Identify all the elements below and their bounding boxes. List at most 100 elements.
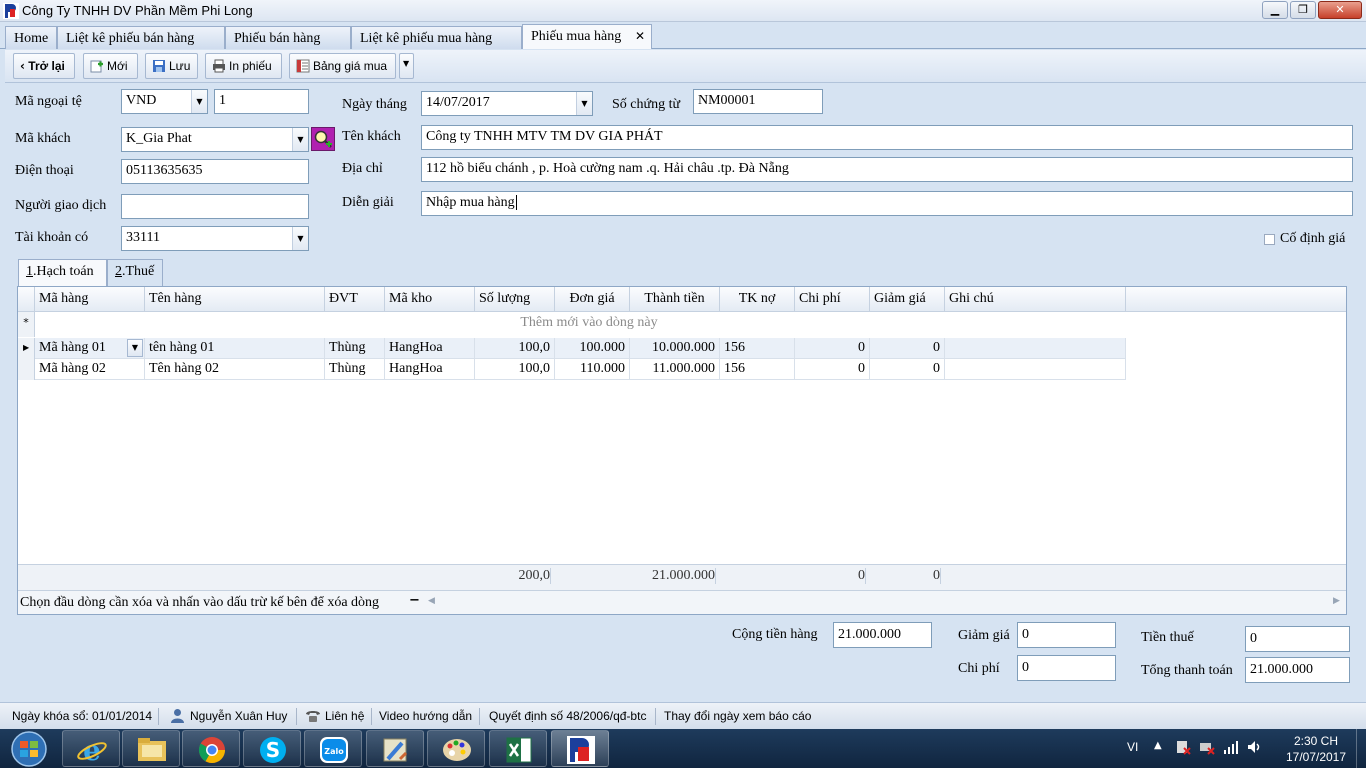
decision-link[interactable]: Quyết định số 48/2006/qđ-btc <box>489 709 646 723</box>
customer-name-input[interactable]: Công ty TNHH MTV TM DV GIA PHÁT <box>421 125 1353 150</box>
goods-total-field[interactable]: 21.000.000 <box>833 622 932 648</box>
exchange-rate-input[interactable]: 1 <box>214 89 309 114</box>
column-header[interactable]: Đơn giá <box>555 287 630 312</box>
windows-start-icon[interactable] <box>2 730 56 768</box>
grid-cell[interactable]: 110.000 <box>555 359 630 380</box>
tab-purchase-list[interactable]: Liệt kê phiếu mua hàng <box>351 26 522 49</box>
power-icon[interactable] <box>1199 739 1215 755</box>
cost-field[interactable]: 0 <box>1017 655 1116 681</box>
column-header[interactable]: ĐVT <box>325 287 385 312</box>
tab-accounting[interactable]: 1.Hạch toán <box>18 259 107 286</box>
show-desktop-button[interactable] <box>1356 729 1366 768</box>
tab-sales-list[interactable]: Liệt kê phiếu bán hàng <box>57 26 225 49</box>
scroll-right-icon[interactable]: ▶ <box>1333 596 1340 606</box>
toolbar-more-dropdown[interactable]: ▼ <box>399 53 414 79</box>
volume-icon[interactable] <box>1247 739 1263 755</box>
grid-cell[interactable]: HangHoa <box>385 359 475 380</box>
change-report-date-link[interactable]: Thay đổi ngày xem báo cáo <box>664 709 811 723</box>
grid-cell[interactable]: 100,0 <box>475 359 555 380</box>
tax-field[interactable]: 0 <box>1245 626 1350 652</box>
column-header[interactable]: Chi phí <box>795 287 870 312</box>
date-picker[interactable]: 14/07/2017 ▼ <box>421 91 593 116</box>
column-header[interactable]: Giảm giá <box>870 287 945 312</box>
save-button[interactable]: Lưu <box>145 53 198 79</box>
customer-search-icon[interactable] <box>311 127 335 151</box>
grid-cell[interactable] <box>945 359 1126 380</box>
input-language[interactable]: VI <box>1127 740 1138 754</box>
column-header[interactable]: TK nợ <box>720 287 795 312</box>
grid-cell[interactable]: 100.000 <box>555 338 630 359</box>
row-selector[interactable] <box>18 359 35 380</box>
taskbar-excel[interactable] <box>489 730 547 767</box>
close-window-button[interactable]: ✕ <box>1318 1 1362 19</box>
video-guide-link[interactable]: Video hướng dẫn <box>379 709 472 723</box>
new-button[interactable]: Mới <box>83 53 138 79</box>
column-header[interactable]: Mã hàng <box>35 287 145 312</box>
phone-input[interactable]: 05113635635 <box>121 159 309 184</box>
grid-cell[interactable]: Mã hàng 02 <box>35 359 145 380</box>
grid-cell[interactable] <box>945 338 1126 359</box>
taskbar-tool[interactable] <box>366 730 424 767</box>
currency-select[interactable]: VND ▼ <box>121 89 208 114</box>
back-button[interactable]: ‹ Trở lại <box>13 53 75 79</box>
chevron-down-icon[interactable]: ▼ <box>576 92 592 115</box>
grid-cell[interactable]: tên hàng 01 <box>145 338 325 359</box>
minimize-button[interactable]: ▁ <box>1262 1 1288 19</box>
grand-total-field[interactable]: 21.000.000 <box>1245 657 1350 683</box>
tab-purchase-voucher[interactable]: Phiếu mua hàng ✕ <box>522 24 652 49</box>
grid-cell[interactable]: 10.000.000 <box>630 338 720 359</box>
column-header[interactable]: Mã kho <box>385 287 475 312</box>
column-header[interactable]: Số lượng <box>475 287 555 312</box>
taskbar-file-explorer[interactable] <box>122 730 180 767</box>
taskbar-phi-long[interactable] <box>551 730 609 767</box>
grid-cell[interactable]: Mã hàng 01 ▼ <box>35 338 145 359</box>
grid-cell[interactable]: 11.000.000 <box>630 359 720 380</box>
taskbar-skype[interactable]: S <box>243 730 301 767</box>
grid-cell[interactable]: 100,0 <box>475 338 555 359</box>
taskbar-zalo[interactable]: Zalo <box>304 730 362 767</box>
column-header[interactable]: Ghi chú <box>945 287 1126 312</box>
tab-home[interactable]: Home <box>5 26 57 49</box>
chevron-down-icon[interactable]: ▼ <box>127 339 143 357</box>
current-user[interactable]: Nguyễn Xuân Huy <box>190 709 287 723</box>
row-pointer-icon[interactable]: ▶ <box>18 338 35 359</box>
grid-cell[interactable]: HangHoa <box>385 338 475 359</box>
voucher-number-input[interactable]: NM00001 <box>693 89 823 114</box>
network-signal-icon[interactable] <box>1223 739 1239 755</box>
new-row-placeholder[interactable]: Thêm mới vào dòng này <box>35 312 1143 337</box>
chevron-down-icon[interactable]: ▼ <box>191 90 207 113</box>
chevron-down-icon[interactable]: ▼ <box>292 128 308 151</box>
system-clock[interactable]: 2:30 CH 17/07/2017 <box>1280 733 1352 765</box>
taskbar-chrome[interactable] <box>182 730 240 767</box>
taskbar-paint[interactable] <box>427 730 485 767</box>
grid-cell[interactable]: Thùng <box>325 338 385 359</box>
fixed-price-checkbox[interactable] <box>1264 234 1275 245</box>
action-center-icon[interactable] <box>1175 739 1191 755</box>
grid-cell[interactable]: Tên hàng 02 <box>145 359 325 380</box>
maximize-button[interactable]: ❐ <box>1290 1 1316 19</box>
credit-account-select[interactable]: 33111 ▼ <box>121 226 309 251</box>
address-input[interactable]: 112 hồ biểu chánh , p. Hoà cường nam .q.… <box>421 157 1353 182</box>
column-header[interactable]: Tên hàng <box>145 287 325 312</box>
close-tab-icon[interactable]: ✕ <box>635 29 645 43</box>
taskbar-internet-explorer[interactable]: e <box>62 730 120 767</box>
description-input[interactable]: Nhập mua hàng <box>421 191 1353 216</box>
tab-tax[interactable]: 2.Thuế <box>107 259 163 286</box>
contact-link[interactable]: Liên hệ <box>325 709 364 723</box>
grid-cell[interactable]: 156 <box>720 338 795 359</box>
discount-field[interactable]: 0 <box>1017 622 1116 648</box>
remove-row-icon[interactable]: − <box>409 593 420 608</box>
grid-cell[interactable]: 0 <box>795 338 870 359</box>
tray-expand-icon[interactable]: ▲ <box>1154 740 1162 751</box>
grid-cell[interactable]: 0 <box>870 338 945 359</box>
chevron-down-icon[interactable]: ▼ <box>292 227 308 250</box>
print-button[interactable]: In phiếu <box>205 53 282 79</box>
purchase-price-list-button[interactable]: Bảng giá mua <box>289 53 396 79</box>
column-header[interactable]: Thành tiền <box>630 287 720 312</box>
grid-cell[interactable]: Thùng <box>325 359 385 380</box>
grid-cell[interactable]: 0 <box>870 359 945 380</box>
contact-person-input[interactable] <box>121 194 309 219</box>
scroll-left-icon[interactable]: ◀ <box>428 596 435 606</box>
customer-code-select[interactable]: K_Gia Phat ▼ <box>121 127 309 152</box>
grid-cell[interactable]: 0 <box>795 359 870 380</box>
